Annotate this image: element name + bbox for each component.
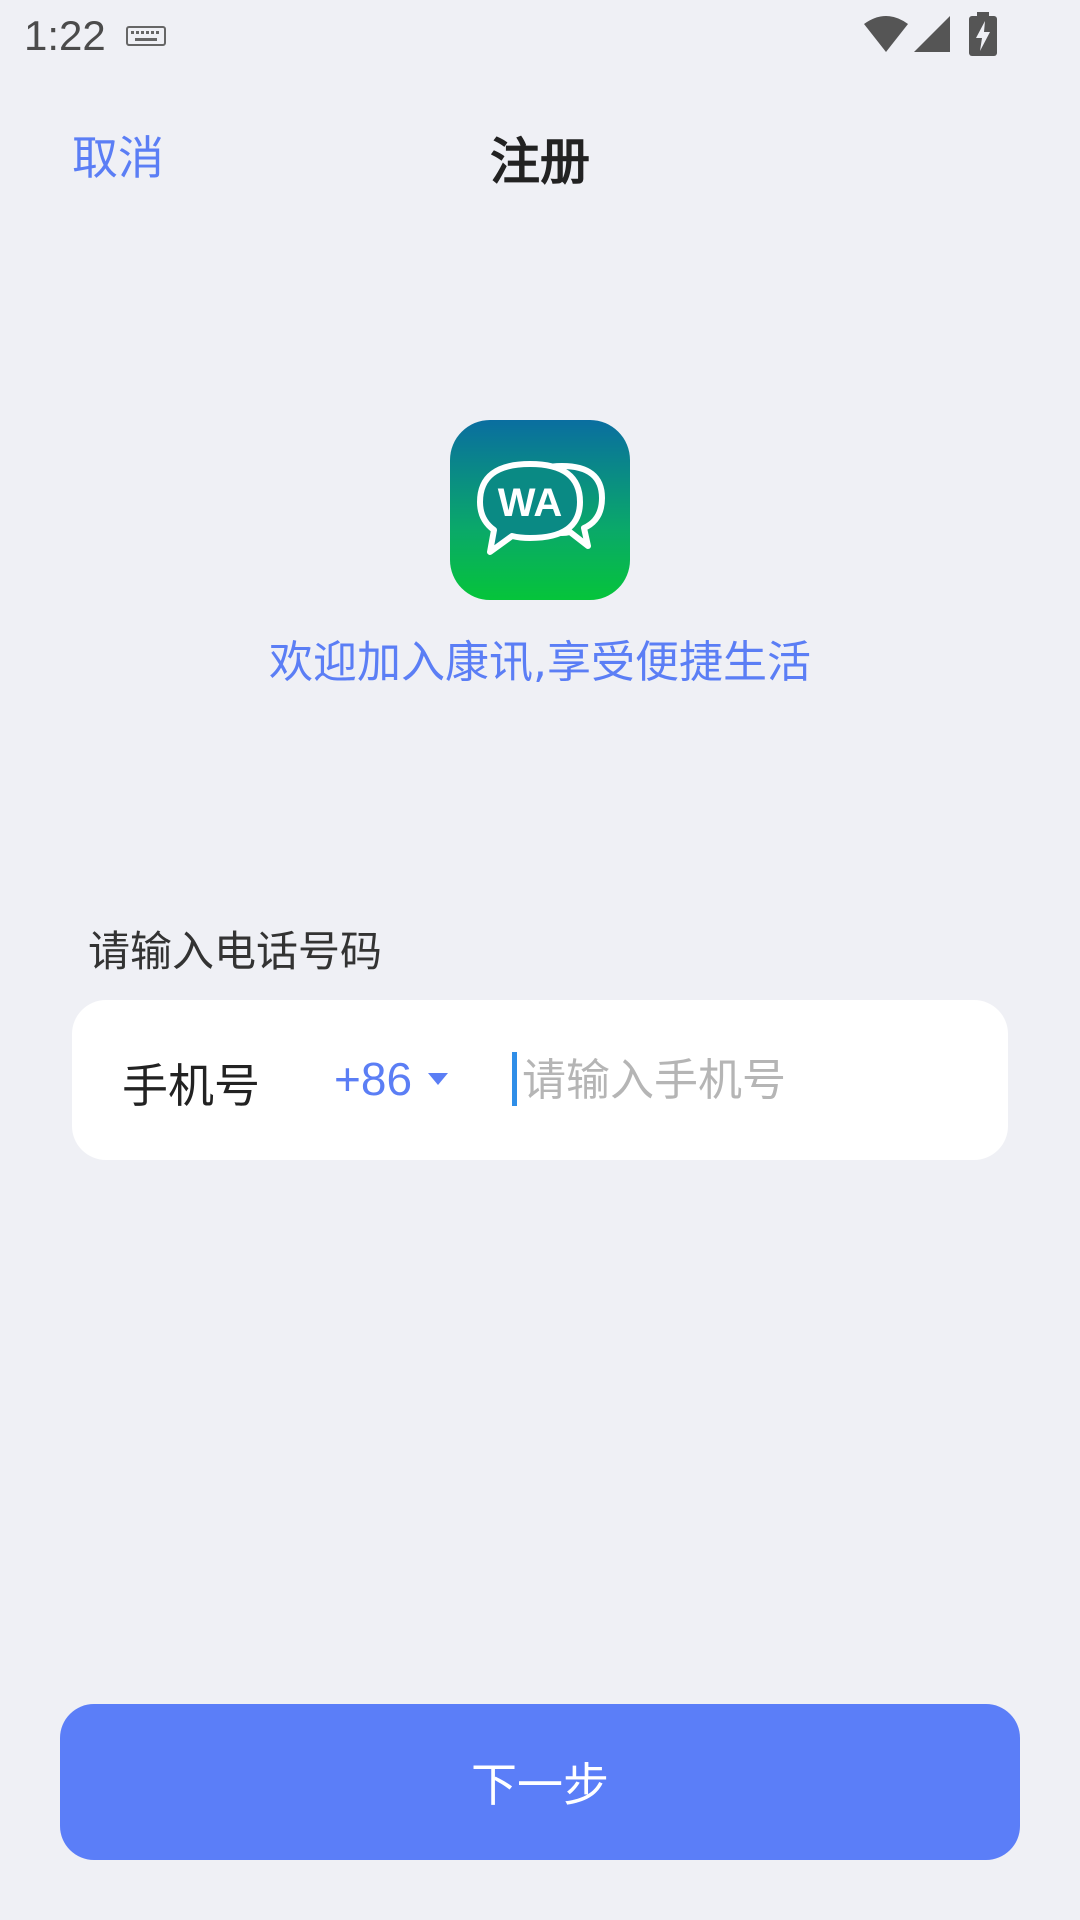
- next-step-button[interactable]: 下一步: [60, 1704, 1020, 1860]
- welcome-text: 欢迎加入康讯,享受便捷生活: [269, 637, 811, 688]
- page-title: 注册: [490, 133, 590, 191]
- country-code-text: +86: [334, 1053, 413, 1105]
- phone-input-card: 手机号 +86: [72, 1000, 1008, 1160]
- signal-icon: [914, 16, 950, 52]
- status-time: 1:22: [24, 12, 106, 59]
- app-logo: WA: [450, 420, 630, 600]
- phone-label: 手机号: [122, 1059, 260, 1113]
- chevron-down-icon: [428, 1073, 449, 1085]
- status-bar: 1:22: [0, 0, 1080, 72]
- logo-text: WA: [498, 481, 562, 525]
- wifi-icon: [864, 16, 908, 52]
- top-bar: 取消 注册: [0, 100, 1080, 220]
- battery-charging-icon: [969, 12, 997, 56]
- text-cursor: [512, 1052, 517, 1106]
- phone-section-label: 请输入电话号码: [88, 927, 383, 976]
- chat-bubbles-icon: WA: [477, 461, 605, 555]
- register-screen: 1:22 取消 注册 WA 欢迎加入康讯,享受便捷生活 请输入电话号码 手机号 …: [0, 0, 1080, 1920]
- keyboard-icon: [126, 26, 166, 46]
- country-code-selector[interactable]: +86: [334, 1044, 449, 1114]
- phone-number-input[interactable]: [512, 1042, 982, 1118]
